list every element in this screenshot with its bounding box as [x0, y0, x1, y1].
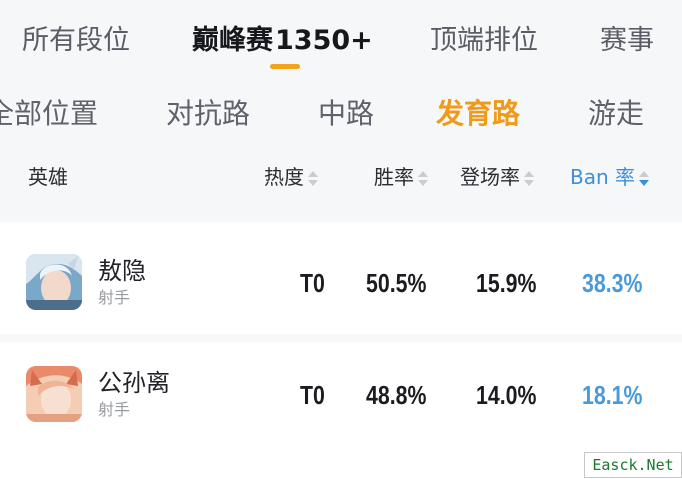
rank-tabs: 所有段位 巅峰赛1350+ 顶端排位 赛事: [0, 0, 682, 84]
header-pick-rate[interactable]: 登场率: [460, 164, 534, 190]
header-ban-rate[interactable]: Ban 率: [570, 164, 650, 190]
header-heat[interactable]: 热度: [264, 164, 318, 190]
win-rate-value: 48.8%: [366, 380, 427, 410]
pick-rate-value: 14.0%: [476, 380, 537, 410]
active-tab-indicator: [270, 64, 300, 69]
tab-roam[interactable]: 游走: [588, 96, 644, 132]
ban-rate-value: 18.1%: [582, 380, 643, 410]
header-ban-rate-label: Ban 率: [570, 165, 636, 189]
sort-desc-icon: [639, 169, 650, 189]
site-watermark: Easck.Net: [584, 452, 682, 478]
pick-rate-value: 15.9%: [476, 268, 537, 298]
header-win-rate-label: 胜率: [374, 165, 414, 189]
tab-peak-label: 巅峰赛: [192, 25, 273, 56]
sort-arrows-icon: [418, 169, 428, 189]
hero-role: 射手: [98, 400, 131, 419]
tab-all-ranks[interactable]: 所有段位: [22, 24, 130, 58]
position-tabs: 全部位置 对抗路 中路 发育路 游走: [0, 92, 682, 142]
row-divider: [0, 334, 682, 342]
hero-name: 敖隐: [98, 257, 146, 285]
tab-farm-lane[interactable]: 发育路: [436, 96, 520, 132]
tier-value: T0: [300, 268, 325, 298]
tab-peak-threshold: 1350+: [275, 25, 373, 56]
table-row[interactable]: 公孙离 射手 T0 48.8% 14.0% 18.1%: [0, 342, 682, 446]
hero-avatar: [26, 366, 82, 422]
tab-peak-1350[interactable]: 巅峰赛1350+: [192, 24, 373, 58]
sort-arrows-icon: [308, 169, 318, 189]
tab-clash-lane[interactable]: 对抗路: [166, 96, 250, 132]
header-hero: 英雄: [28, 165, 68, 189]
table-row[interactable]: 敖隐 射手 T0 50.5% 15.9% 38.3%: [0, 230, 682, 334]
hero-name: 公孙离: [98, 369, 170, 397]
tier-value: T0: [300, 380, 325, 410]
header-win-rate[interactable]: 胜率: [374, 164, 428, 190]
header-heat-label: 热度: [264, 165, 304, 189]
hero-portrait-icon: [26, 366, 82, 422]
tab-all-positions[interactable]: 全部位置: [0, 96, 98, 132]
win-rate-value: 50.5%: [366, 268, 427, 298]
hero-role: 射手: [98, 288, 131, 307]
sort-arrows-icon: [524, 169, 534, 189]
hero-portrait-icon: [26, 254, 82, 310]
ban-rate-value: 38.3%: [582, 268, 643, 298]
tab-top-ranked[interactable]: 顶端排位: [430, 24, 538, 58]
tab-mid-lane[interactable]: 中路: [318, 96, 374, 132]
hero-avatar: [26, 254, 82, 310]
header-pick-rate-label: 登场率: [460, 165, 520, 189]
table-header: 英雄 热度 胜率 登场率 Ban 率: [0, 158, 682, 198]
tab-tournament[interactable]: 赛事: [600, 24, 654, 58]
